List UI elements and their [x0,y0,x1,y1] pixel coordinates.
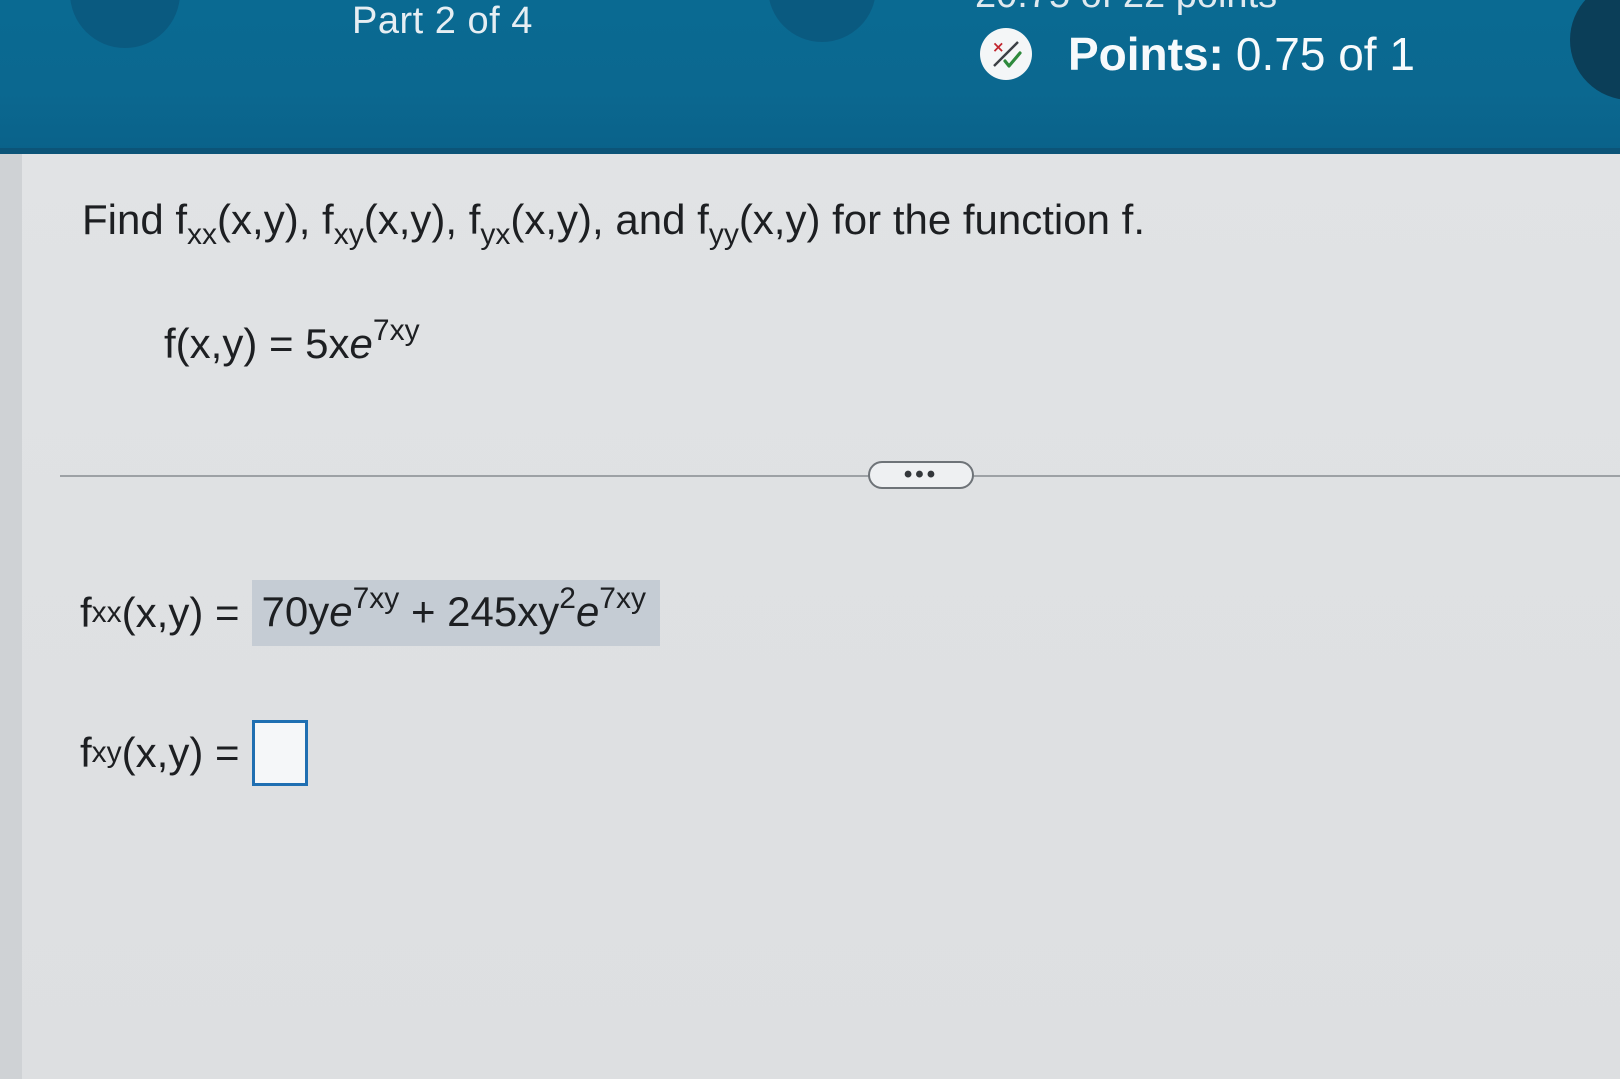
points-label: Points: [1068,28,1224,80]
fxy-answer-input[interactable] [251,720,308,786]
fxx-answer-box[interactable]: 70ye7xy + 245xy2e7xy [251,580,660,646]
menu-button[interactable] [1570,0,1620,100]
previous-part-button[interactable] [70,0,180,48]
points-value: 0.75 of 1 [1235,28,1415,80]
answer-row-fxx: f xx (x,y) = 70ye7xy + 245xy2e7xy [80,580,660,646]
partial-credit-icon: × [980,28,1032,80]
section-divider [60,475,1620,477]
left-sidebar-strip [0,154,22,1079]
points-indicator: × Points: 0.75 of 1 [980,24,1415,84]
next-part-button[interactable] [768,0,876,42]
total-score-text: 20.75 of 22 points [975,0,1277,17]
show-more-button[interactable]: ••• [868,461,974,489]
top-header-bar: Part 2 of 4 20.75 of 22 points × Points:… [0,0,1620,152]
problem-statement: Find fxx(x,y), fxy(x,y), fyx(x,y), and f… [82,196,1145,251]
answer-row-fxy: f xy (x,y) = [80,720,308,786]
svg-text:×: × [992,38,1005,56]
function-definition: f(x,y) = 5xe7xy [164,314,420,368]
part-indicator: Part 2 of 4 [352,0,533,42]
